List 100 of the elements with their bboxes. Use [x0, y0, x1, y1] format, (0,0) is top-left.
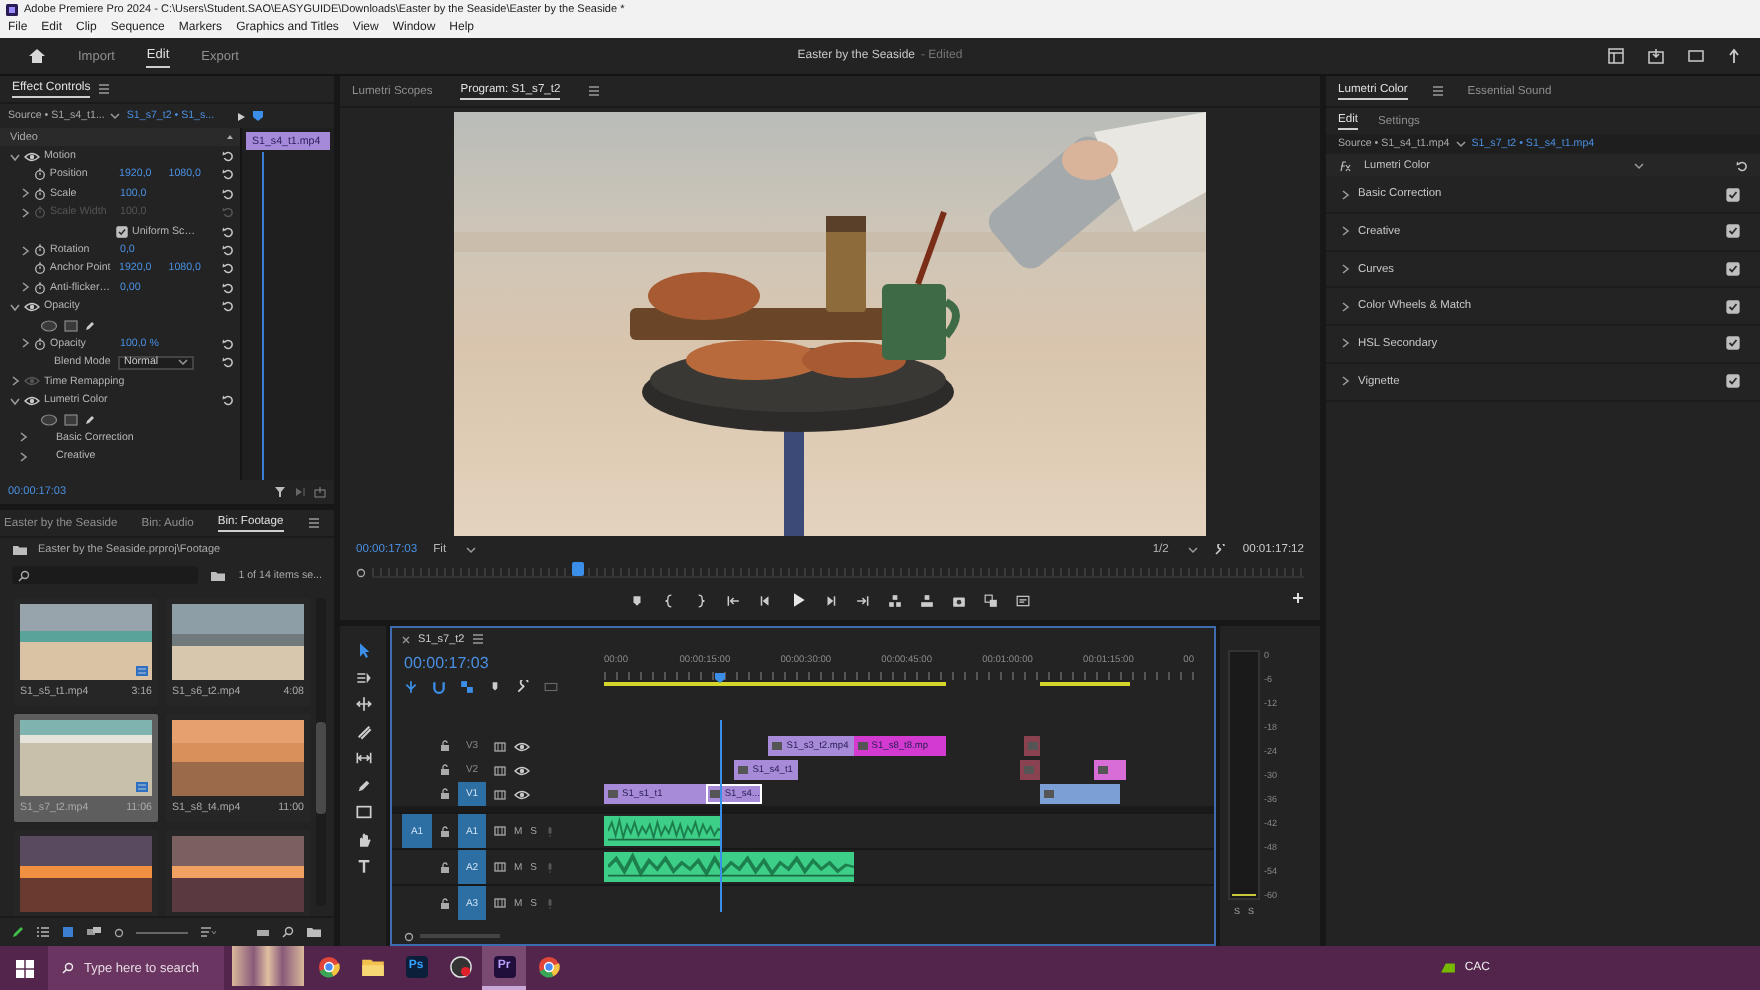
- film-icon[interactable]: [494, 765, 506, 776]
- video-clip[interactable]: [1093, 760, 1127, 781]
- sort-icon[interactable]: [200, 926, 216, 939]
- rectangle-mask-icon[interactable]: [64, 413, 78, 426]
- caret-icon[interactable]: [1340, 338, 1350, 349]
- menu-icon[interactable]: [1431, 86, 1444, 97]
- ripple-edit-tool-icon[interactable]: [355, 696, 371, 713]
- rectangle-mask-icon[interactable]: [64, 319, 78, 332]
- lock-icon[interactable]: [440, 788, 450, 801]
- video-clip[interactable]: [1024, 736, 1040, 757]
- mark-out-icon[interactable]: [694, 593, 708, 608]
- start-icon[interactable]: [15, 959, 33, 978]
- checkbox[interactable]: [1726, 224, 1740, 239]
- search-icon[interactable]: [18, 569, 30, 582]
- linked-selection-icon[interactable]: [460, 680, 474, 695]
- video-clip[interactable]: [1039, 784, 1121, 805]
- caret-icon[interactable]: [1340, 264, 1350, 275]
- caret-icon[interactable]: [19, 245, 29, 256]
- export-icon[interactable]: [314, 486, 326, 499]
- menu-icon[interactable]: [307, 518, 320, 529]
- caret-icon[interactable]: [1340, 376, 1350, 387]
- play-icon[interactable]: [236, 111, 246, 122]
- lock-icon[interactable]: [440, 825, 450, 838]
- play-only-icon[interactable]: [294, 486, 306, 499]
- camera-icon[interactable]: [952, 593, 966, 608]
- menu-icon[interactable]: [98, 84, 111, 95]
- checkbox[interactable]: [1726, 187, 1740, 202]
- go-to-in-icon[interactable]: [726, 593, 740, 608]
- quick-export-icon[interactable]: [1648, 48, 1664, 65]
- captions-icon[interactable]: [544, 680, 558, 695]
- ellipse-mask-icon[interactable]: [40, 413, 58, 426]
- track-select-tool-icon[interactable]: [355, 669, 371, 686]
- slip-tool-icon[interactable]: [355, 750, 371, 767]
- stopwatch-icon[interactable]: [33, 168, 46, 181]
- home-icon[interactable]: [28, 48, 46, 65]
- film-icon[interactable]: [494, 898, 506, 909]
- caret-icon[interactable]: [1340, 189, 1350, 200]
- insert-icon[interactable]: [888, 593, 902, 608]
- pen-icon[interactable]: [84, 319, 96, 332]
- lock-icon[interactable]: [440, 740, 450, 753]
- playhead-icon[interactable]: [252, 110, 264, 123]
- go-to-out-icon[interactable]: [856, 593, 870, 608]
- caret-icon[interactable]: [1340, 301, 1350, 312]
- share-icon[interactable]: [1728, 48, 1740, 65]
- search-field[interactable]: [12, 566, 199, 585]
- caret-icon[interactable]: [466, 546, 477, 555]
- playhead-handle[interactable]: [571, 561, 584, 576]
- film-icon[interactable]: [494, 789, 506, 800]
- ellipse-mask-icon[interactable]: [40, 319, 58, 332]
- fx-badge-icon[interactable]: [1338, 159, 1352, 172]
- checkbox[interactable]: [1726, 336, 1740, 351]
- pencil-icon[interactable]: [12, 926, 24, 939]
- snap-icon[interactable]: [432, 680, 446, 695]
- scrollbar[interactable]: [316, 598, 326, 907]
- step-forward-icon[interactable]: [824, 593, 838, 608]
- checkbox[interactable]: [116, 225, 128, 238]
- zoom-handle-icon[interactable]: [356, 567, 366, 578]
- razor-tool-icon[interactable]: [355, 723, 371, 740]
- scroll-up-icon[interactable]: [226, 134, 234, 141]
- freeform-view-icon[interactable]: [86, 926, 102, 939]
- stopwatch-icon[interactable]: [34, 244, 46, 257]
- caret-icon[interactable]: [178, 358, 189, 367]
- stopwatch-icon[interactable]: [33, 262, 46, 275]
- caret-icon[interactable]: [10, 301, 20, 312]
- caret-icon[interactable]: [19, 188, 29, 199]
- checkbox[interactable]: [1726, 299, 1740, 314]
- selection-tool-icon[interactable]: [355, 642, 371, 659]
- checkbox[interactable]: [1726, 374, 1740, 389]
- menu-icon[interactable]: [472, 634, 485, 645]
- stopwatch-icon[interactable]: [34, 187, 46, 200]
- filter-icon[interactable]: [274, 486, 286, 499]
- stopwatch-icon[interactable]: [34, 281, 46, 294]
- checkbox[interactable]: [1726, 262, 1740, 277]
- nest-icon[interactable]: [404, 680, 418, 695]
- caret-icon[interactable]: [10, 151, 20, 162]
- taskbar-app[interactable]: [230, 946, 306, 990]
- caret-icon[interactable]: [1455, 140, 1466, 149]
- add-icon[interactable]: [1292, 592, 1304, 605]
- video-clip[interactable]: [1019, 760, 1040, 781]
- workspaces-icon[interactable]: [1608, 48, 1624, 65]
- caret-icon[interactable]: [110, 112, 121, 121]
- mark-in-icon[interactable]: [662, 593, 676, 608]
- caret-icon[interactable]: [10, 395, 20, 406]
- zoom-handle-icon[interactable]: [404, 931, 414, 942]
- caret-icon[interactable]: [1634, 161, 1644, 170]
- caret-icon[interactable]: [1188, 546, 1199, 555]
- gpu-tray-icon[interactable]: [1440, 962, 1457, 975]
- new-folder-icon[interactable]: [306, 926, 322, 939]
- film-icon[interactable]: [494, 741, 506, 752]
- caret-icon[interactable]: [10, 376, 20, 387]
- caret-icon[interactable]: [19, 282, 29, 293]
- audio-clip[interactable]: [604, 816, 722, 847]
- type-tool-icon[interactable]: [355, 858, 371, 875]
- panel-icon[interactable]: [1688, 48, 1704, 65]
- compare-icon[interactable]: [984, 593, 998, 608]
- caret-icon[interactable]: [1340, 226, 1350, 237]
- lock-icon[interactable]: [440, 764, 450, 777]
- overlay-icon[interactable]: [1016, 593, 1030, 608]
- film-icon[interactable]: [494, 826, 506, 837]
- close-icon[interactable]: [402, 635, 410, 644]
